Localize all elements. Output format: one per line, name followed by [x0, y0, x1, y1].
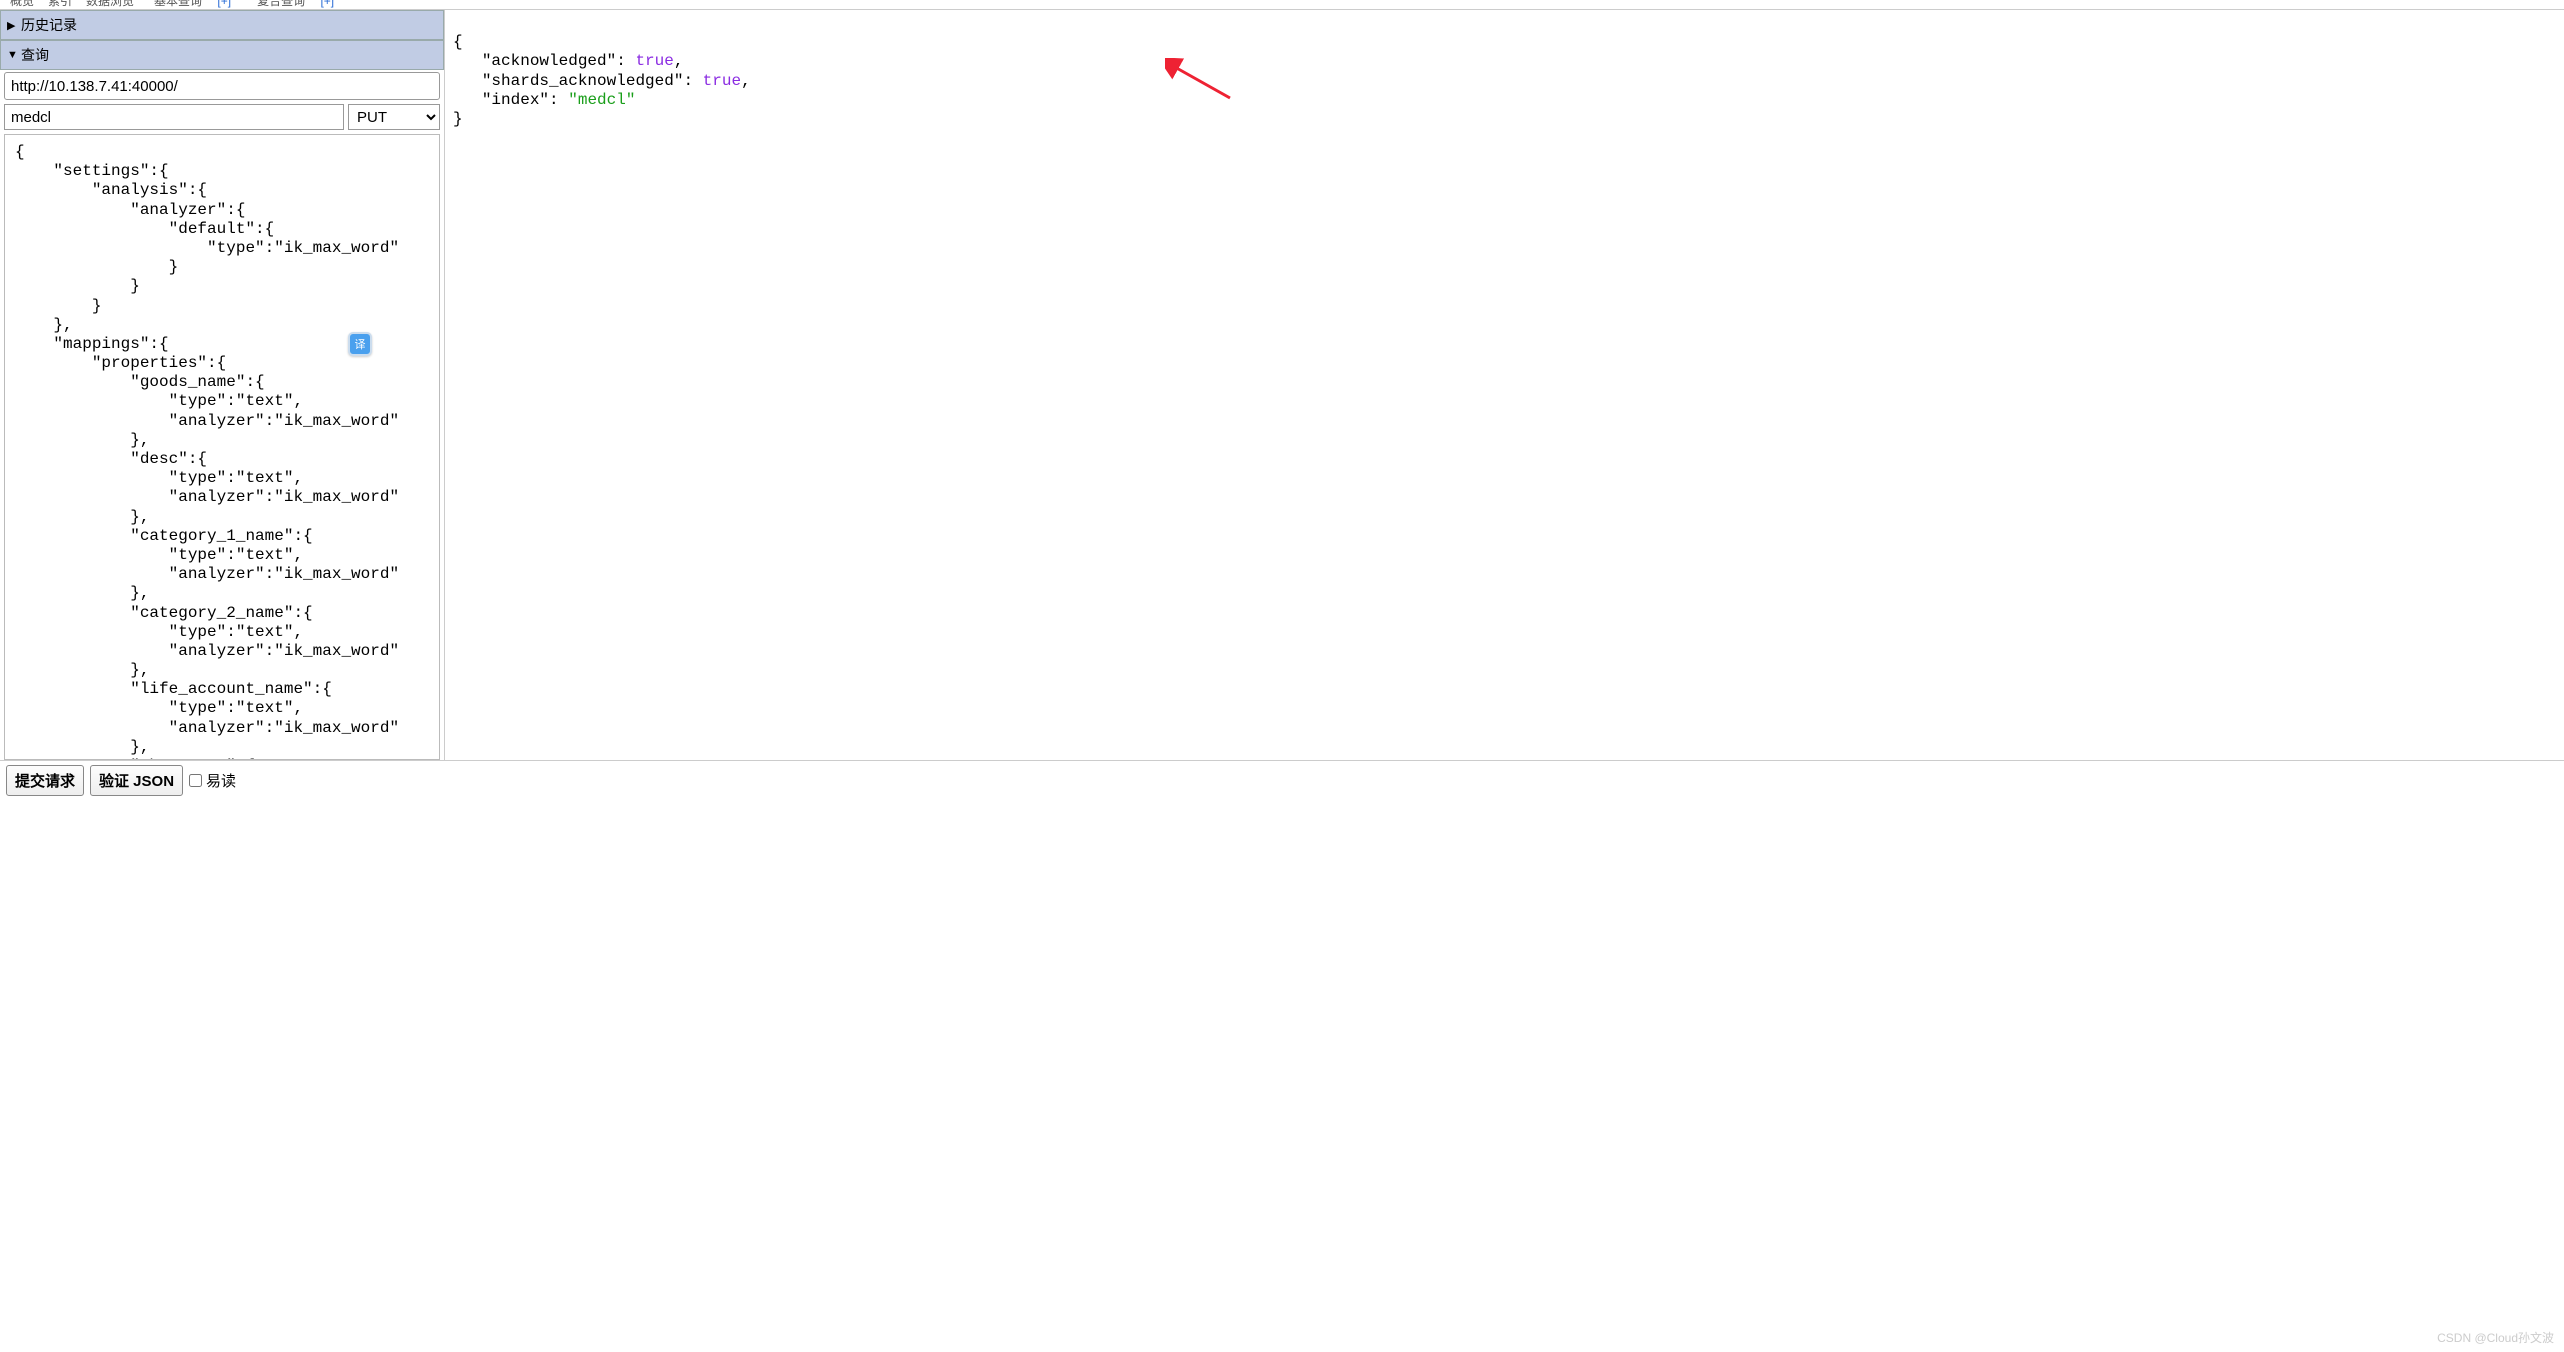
resp-shards-key: "shards_acknowledged": [482, 72, 684, 90]
tab-compound-query-label: 复合查询: [251, 0, 311, 8]
query-label: 查询: [21, 45, 49, 65]
submit-button[interactable]: 提交请求: [6, 765, 84, 796]
resp-index-key: "index": [482, 91, 549, 109]
tab-overview[interactable]: 概览: [4, 0, 40, 9]
resp-index-val: "medcl": [568, 91, 635, 109]
json-brace-open: {: [453, 33, 463, 51]
left-panel: ▶ 历史记录 ▼ 查询 PUT 译: [0, 10, 445, 760]
query-header[interactable]: ▼ 查询: [0, 40, 444, 70]
tab-basic-query-plus[interactable]: [+]: [211, 0, 237, 8]
tab-browse[interactable]: 数据浏览: [80, 0, 140, 9]
tab-compound-query[interactable]: 复合查询 [+]: [245, 0, 346, 9]
json-brace-close: }: [453, 110, 463, 128]
chevron-right-icon: ▶: [7, 19, 17, 32]
history-label: 历史记录: [21, 15, 77, 35]
validate-json-button[interactable]: 验证 JSON: [90, 765, 183, 796]
http-method-select[interactable]: PUT: [348, 104, 440, 130]
watermark: CSDN @Cloud孙文波: [2437, 1329, 2554, 1346]
resp-ack-val: true: [635, 52, 673, 70]
tab-compound-query-plus[interactable]: [+]: [314, 0, 340, 8]
annotation-arrow-icon: [1165, 58, 1235, 108]
url-input[interactable]: [4, 72, 440, 100]
chevron-down-icon: ▼: [7, 49, 17, 61]
tab-index[interactable]: 索引: [42, 0, 78, 9]
resp-shards-val: true: [703, 72, 741, 90]
top-tabs: 概览 索引 数据浏览 基本查询 [+] 复合查询 [+]: [0, 0, 2564, 10]
response-panel: { "acknowledged": true, "shards_acknowle…: [445, 10, 2564, 760]
pretty-checkbox-label[interactable]: 易读: [189, 770, 236, 791]
translate-icon[interactable]: 译: [348, 332, 372, 356]
resp-ack-key: "acknowledged": [482, 52, 616, 70]
tab-basic-query[interactable]: 基本查询 [+]: [142, 0, 243, 9]
history-header[interactable]: ▶ 历史记录: [0, 10, 444, 40]
pretty-checkbox[interactable]: [189, 774, 202, 787]
index-input[interactable]: [4, 104, 344, 130]
tab-basic-query-label: 基本查询: [148, 0, 208, 8]
bottom-bar: 提交请求 验证 JSON 易读: [0, 760, 2564, 800]
pretty-label-text: 易读: [206, 770, 236, 791]
request-body-textarea[interactable]: [4, 134, 440, 760]
